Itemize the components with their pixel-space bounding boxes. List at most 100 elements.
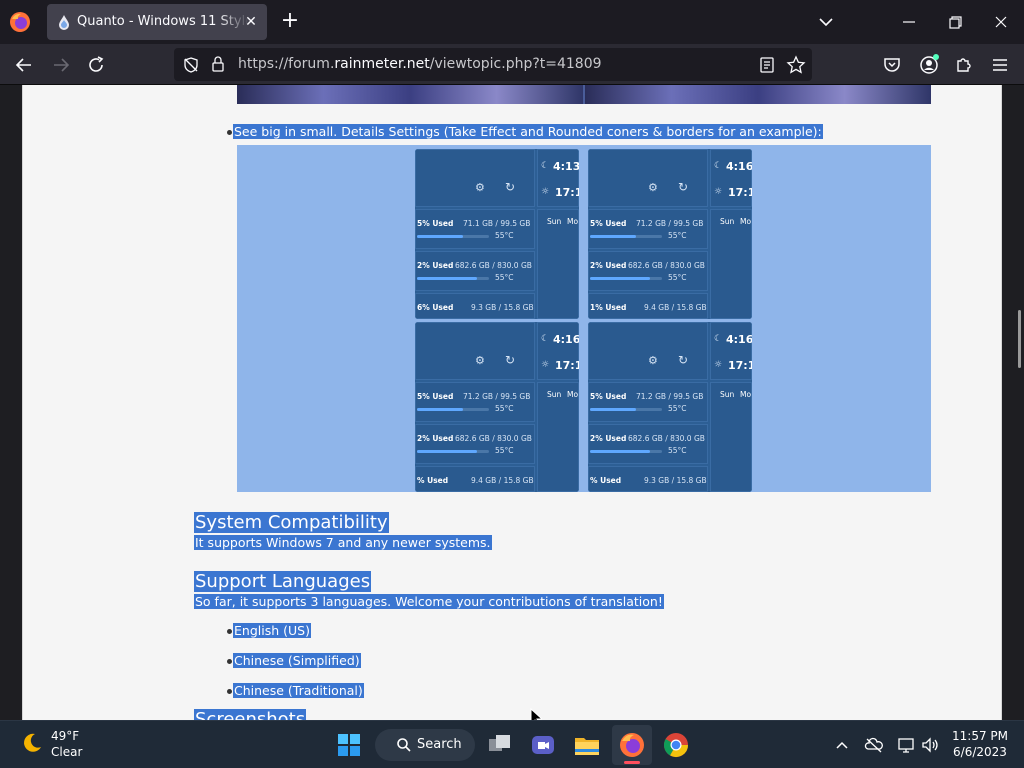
toolbar-cell: [415, 149, 535, 207]
disk-temp-label: 55°C: [495, 404, 514, 413]
memory-size-label: 9.4 GB / 15.8 GB: [471, 476, 534, 485]
search-icon: [397, 738, 411, 752]
pocket-icon[interactable]: [880, 53, 904, 77]
refresh-icon: ↻: [678, 353, 689, 367]
tracking-protection-shield-icon[interactable]: [182, 56, 200, 74]
previous-image-bottom: [237, 85, 931, 104]
widget-preview-tile: ⚙ ↻ ☾4:13 ☼ 17:13 5% Used 71.1 GB / 99.5 GB 55°…: [415, 149, 579, 319]
page-viewport[interactable]: See big in small. Details Settings (Take…: [0, 85, 1024, 720]
volume-icon[interactable]: [920, 735, 940, 755]
disk-temp-label: 55°C: [495, 231, 514, 240]
firefox-taskbar-button[interactable]: [612, 725, 652, 765]
file-explorer-icon[interactable]: [571, 729, 603, 761]
weather-temperature[interactable]: 49°F: [51, 729, 79, 743]
firefox-menu-icon[interactable]: [9, 11, 31, 33]
languages-heading: Support Languages: [194, 571, 372, 592]
moon-weather-icon[interactable]: [20, 731, 44, 755]
navigation-toolbar: https://forum.rainmeter.net/viewtopic.ph…: [0, 44, 1024, 85]
firefox-icon: [620, 733, 644, 757]
disk-temp-label: 55°C: [668, 231, 687, 240]
bullet-dot: [227, 689, 232, 694]
disk-used-label: 2% Used: [590, 434, 627, 443]
memory-used-label: % Used: [590, 476, 622, 485]
disk-bar-fill: [590, 235, 636, 238]
task-view-icon[interactable]: [484, 729, 516, 761]
disk-cell: [415, 209, 535, 249]
disk-bar-fill: [590, 277, 650, 280]
clock-date[interactable]: 6/6/2023: [950, 745, 1010, 759]
clock-time-1: 4:16: [553, 333, 579, 346]
url-host: rainmeter.net: [334, 56, 430, 72]
teams-chat-icon[interactable]: [527, 729, 559, 761]
show-hidden-icons-chevron-icon[interactable]: [832, 735, 852, 755]
widget-preview-tile: ⚙ ↻ ☾4:16 ☼ 17:16 5% Used 71.2 GB / 99.5 GB 55°…: [415, 322, 579, 492]
bullet-dot: [227, 659, 232, 664]
reload-icon[interactable]: [84, 53, 108, 77]
close-window-icon[interactable]: [989, 10, 1013, 34]
bookmark-star-icon[interactable]: [786, 55, 806, 75]
disk-temp-label: 55°C: [668, 273, 687, 282]
disk-used-label: 2% Used: [590, 261, 627, 270]
back-arrow-icon[interactable]: [12, 53, 36, 77]
gear-icon: ⚙: [648, 354, 658, 367]
new-tab-icon[interactable]: +: [279, 10, 301, 33]
moon-icon: ☾: [541, 334, 550, 344]
disk-cell: [588, 424, 708, 464]
tab-close-icon[interactable]: ✕: [241, 12, 261, 32]
forum-post-body: See big in small. Details Settings (Take…: [22, 85, 1002, 720]
clock-time-1: 4:16: [726, 160, 752, 173]
bullet-dot: [227, 130, 232, 135]
calendar-head: Mo: [567, 390, 579, 399]
refresh-icon: ↻: [505, 353, 516, 367]
disk-used-label: 5% Used: [590, 392, 627, 401]
clock-time-2: 17:13: [555, 186, 579, 199]
disk-used-label: 5% Used: [590, 219, 627, 228]
disk-temp-label: 55°C: [495, 273, 514, 282]
windows-start-icon[interactable]: [333, 729, 365, 761]
tab-quanto[interactable]: Quanto - Windows 11 Style - Sk ✕: [47, 4, 267, 40]
disk-bar-fill: [417, 235, 463, 238]
disk-temp-label: 55°C: [668, 404, 687, 413]
clock-time[interactable]: 11:57 PM: [950, 729, 1010, 743]
chrome-icon[interactable]: [660, 729, 692, 761]
tab-title: Quanto - Windows 11 Style - Sk: [77, 14, 257, 29]
forward-arrow-icon[interactable]: [49, 53, 73, 77]
network-icon[interactable]: [896, 735, 916, 755]
disk-size-label: 682.6 GB / 830.0 GB: [628, 434, 705, 443]
list-all-tabs-chevron-icon[interactable]: [815, 12, 837, 32]
weather-condition[interactable]: Clear: [51, 745, 82, 759]
moon-icon: ☾: [714, 334, 723, 344]
calendar-head: Sun: [547, 390, 562, 399]
disk-used-label: 5% Used: [417, 219, 454, 228]
lock-icon[interactable]: [210, 55, 226, 73]
disk-cell: [415, 382, 535, 422]
minimize-icon[interactable]: [897, 10, 921, 34]
taskbar-search-button[interactable]: Search: [375, 729, 475, 761]
bullet-dot: [227, 629, 232, 634]
account-icon[interactable]: [917, 53, 941, 77]
disk-size-label: 682.6 GB / 830.0 GB: [455, 434, 532, 443]
rainmeter-drop-icon: [59, 15, 69, 30]
disk-cell: [415, 251, 535, 291]
disk-used-label: 2% Used: [417, 261, 454, 270]
sun-icon: ☼: [541, 187, 550, 197]
windows-taskbar: 49°F Clear Search 11:57 PM 6/6/2023: [0, 720, 1024, 768]
language-item: Chinese (Simplified): [233, 653, 361, 668]
url-text[interactable]: https://forum.rainmeter.net/viewtopic.ph…: [238, 56, 602, 72]
toolbar-cell: [415, 322, 535, 380]
url-path: /viewtopic.php?t=41809: [429, 56, 602, 72]
memory-used-label: 1% Used: [590, 303, 627, 312]
hamburger-menu-icon[interactable]: [988, 53, 1012, 77]
widget-preview-tile: ⚙ ↻ ☾4:16 ☼ 17:16 5% Used 71.2 GB / 99.5 GB 55°…: [588, 322, 752, 492]
disk-temp-label: 55°C: [495, 446, 514, 455]
page-scrollbar-thumb[interactable]: [1018, 310, 1021, 368]
extensions-puzzle-icon[interactable]: [952, 53, 976, 77]
address-bar[interactable]: https://forum.rainmeter.net/viewtopic.ph…: [174, 48, 812, 81]
refresh-icon: ↻: [505, 180, 516, 194]
restore-icon[interactable]: [943, 10, 967, 34]
reader-view-icon[interactable]: [758, 56, 776, 74]
disk-bar-fill: [417, 408, 463, 411]
disk-used-label: 5% Used: [417, 392, 454, 401]
onedrive-offline-icon[interactable]: [864, 735, 884, 755]
disk-cell: [588, 209, 708, 249]
